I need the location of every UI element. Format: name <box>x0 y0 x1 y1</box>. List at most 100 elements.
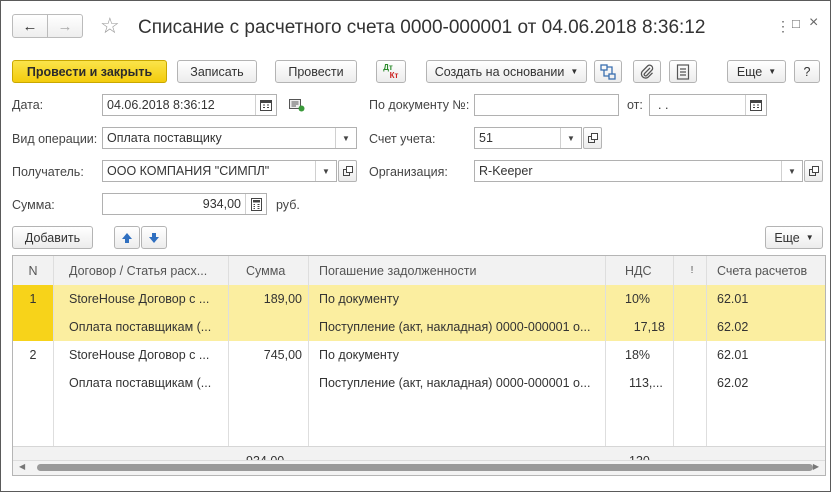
table-row[interactable]: Оплата поставщикам (... Поступление (акт… <box>13 313 825 341</box>
date-label: Дата: <box>12 98 44 112</box>
col-mark[interactable]: ! <box>677 256 707 285</box>
table-more-label: Еще <box>774 230 800 245</box>
cell-accounts: 62.01 <box>717 292 749 306</box>
op-type-label: Вид операции: <box>12 132 98 146</box>
attach-button[interactable] <box>633 60 661 83</box>
chevron-down-icon: ▼ <box>570 67 579 76</box>
table-row[interactable]: Оплата поставщикам (... Поступление (акт… <box>13 369 825 397</box>
arrow-up-icon <box>122 232 132 243</box>
column-divider <box>308 256 309 462</box>
arrow-down-icon <box>149 232 159 243</box>
post-button[interactable]: Провести <box>275 60 357 83</box>
more-dots-icon[interactable]: ⋮ <box>776 18 790 35</box>
cell-accounts: 62.01 <box>717 348 749 362</box>
back-button[interactable]: ← <box>12 14 48 38</box>
recipient-select[interactable]: ООО КОМПАНИЯ "СИМПЛ" ▼ <box>102 160 337 182</box>
cell-sum: 745,00 <box>263 348 302 362</box>
from-date-field[interactable]: . . <box>649 94 767 116</box>
from-calendar-button[interactable] <box>745 95 766 115</box>
report-button[interactable] <box>669 60 697 83</box>
cell-accounts: 62.02 <box>717 320 749 334</box>
scroll-left-icon[interactable]: ◀ <box>19 462 25 471</box>
org-open-button[interactable] <box>804 160 823 182</box>
col-repay[interactable]: Погашение задолженности <box>313 256 603 285</box>
create-based-on-button[interactable]: Создать на основании ▼ <box>426 60 587 83</box>
cell-repay: Поступление (акт, накладная) 0000-000001… <box>319 320 591 334</box>
recipient-label: Получатель: <box>12 165 84 179</box>
by-doc-field[interactable] <box>474 94 619 116</box>
cell-n: 1 <box>29 292 37 306</box>
history-button[interactable] <box>289 99 305 115</box>
by-doc-label: По документу №: <box>369 98 470 112</box>
cell-contract: StoreHouse Договор с ... <box>69 348 210 362</box>
date-field[interactable]: 04.06.2018 8:36:12 <box>102 94 277 116</box>
chevron-down-icon: ▼ <box>805 233 814 242</box>
history-icon <box>289 99 305 112</box>
col-n[interactable]: N <box>13 256 53 285</box>
save-button[interactable]: Записать <box>177 60 257 83</box>
column-divider <box>605 256 606 462</box>
open-icon <box>342 166 353 176</box>
chevron-down-icon: ▼ <box>768 67 777 76</box>
col-vat[interactable]: НДС <box>615 256 675 285</box>
sum-label: Сумма: <box>12 198 55 212</box>
recipient-value: ООО КОМПАНИЯ "СИМПЛ" <box>107 164 270 178</box>
structure-icon <box>600 63 616 80</box>
structure-button[interactable] <box>594 60 622 83</box>
calculator-button[interactable] <box>245 194 266 214</box>
more-button[interactable]: Еще ▼ <box>727 60 786 83</box>
scroll-right-icon[interactable]: ▶ <box>813 462 819 471</box>
create-based-on-label: Создать на основании <box>434 64 565 79</box>
recipient-open-button[interactable] <box>338 160 357 182</box>
sum-field[interactable]: 934,00 <box>102 193 267 215</box>
move-down-button[interactable] <box>141 226 167 249</box>
from-date-value: . . <box>658 98 669 112</box>
cell-contract: Оплата поставщикам (... <box>69 320 212 334</box>
payments-table: N Договор / Статья расх... Сумма Погашен… <box>12 255 826 476</box>
cell-vat: 17,18 <box>633 320 665 334</box>
arrow-right-icon: → <box>57 17 73 35</box>
horizontal-scrollbar[interactable]: ◀ ▶ <box>13 460 825 475</box>
document-window: ← → ☆ Списание с расчетного счета 0000-0… <box>0 0 831 492</box>
org-select[interactable]: R-Keeper ▼ <box>474 160 803 182</box>
date-value: 04.06.2018 8:36:12 <box>107 98 215 112</box>
account-open-button[interactable] <box>583 127 602 149</box>
paperclip-icon <box>640 64 654 79</box>
chevron-down-icon[interactable]: ▼ <box>560 128 581 148</box>
add-row-button[interactable]: Добавить <box>12 226 93 249</box>
cell-contract: StoreHouse Договор с ... <box>69 292 210 306</box>
more-label: Еще <box>736 64 763 79</box>
table-row[interactable]: 2 StoreHouse Договор с ... 745,00 По док… <box>13 341 825 369</box>
scrollbar-thumb[interactable] <box>37 464 813 471</box>
window-title: Списание с расчетного счета 0000-000001 … <box>138 17 706 38</box>
chevron-down-icon[interactable]: ▼ <box>315 161 336 181</box>
forward-button[interactable]: → <box>47 14 83 38</box>
post-and-close-button[interactable]: Провести и закрыть <box>12 60 167 83</box>
col-sum[interactable]: Сумма <box>238 256 308 285</box>
account-label: Счет учета: <box>369 132 436 146</box>
dt-kt-button[interactable]: Дт Кт <box>376 60 406 83</box>
star-icon[interactable]: ☆ <box>100 13 120 39</box>
calendar-button[interactable] <box>255 95 276 115</box>
table-row[interactable]: 1 StoreHouse Договор с ... 189,00 По док… <box>13 285 825 313</box>
chevron-down-icon[interactable]: ▼ <box>781 161 802 181</box>
help-button[interactable]: ? <box>794 60 820 83</box>
table-more-button[interactable]: Еще ▼ <box>765 226 823 249</box>
chevron-down-icon[interactable]: ▼ <box>335 128 356 148</box>
close-icon[interactable]: × <box>809 14 818 32</box>
expand-icon[interactable]: □ <box>792 16 800 31</box>
cell-vat: 18% <box>625 348 651 362</box>
org-value: R-Keeper <box>479 164 533 178</box>
calendar-icon <box>750 100 762 111</box>
column-divider <box>673 256 674 462</box>
column-divider <box>228 256 229 462</box>
cell-repay: По документу <box>319 348 399 362</box>
op-type-value: Оплата поставщику <box>107 131 222 145</box>
col-contract[interactable]: Договор / Статья расх... <box>63 256 228 285</box>
kt-label: Кт <box>389 70 399 80</box>
column-divider <box>53 256 54 462</box>
move-up-button[interactable] <box>114 226 140 249</box>
op-type-select[interactable]: Оплата поставщику ▼ <box>102 127 357 149</box>
col-accounts[interactable]: Счета расчетов <box>709 256 825 285</box>
account-select[interactable]: 51 ▼ <box>474 127 582 149</box>
